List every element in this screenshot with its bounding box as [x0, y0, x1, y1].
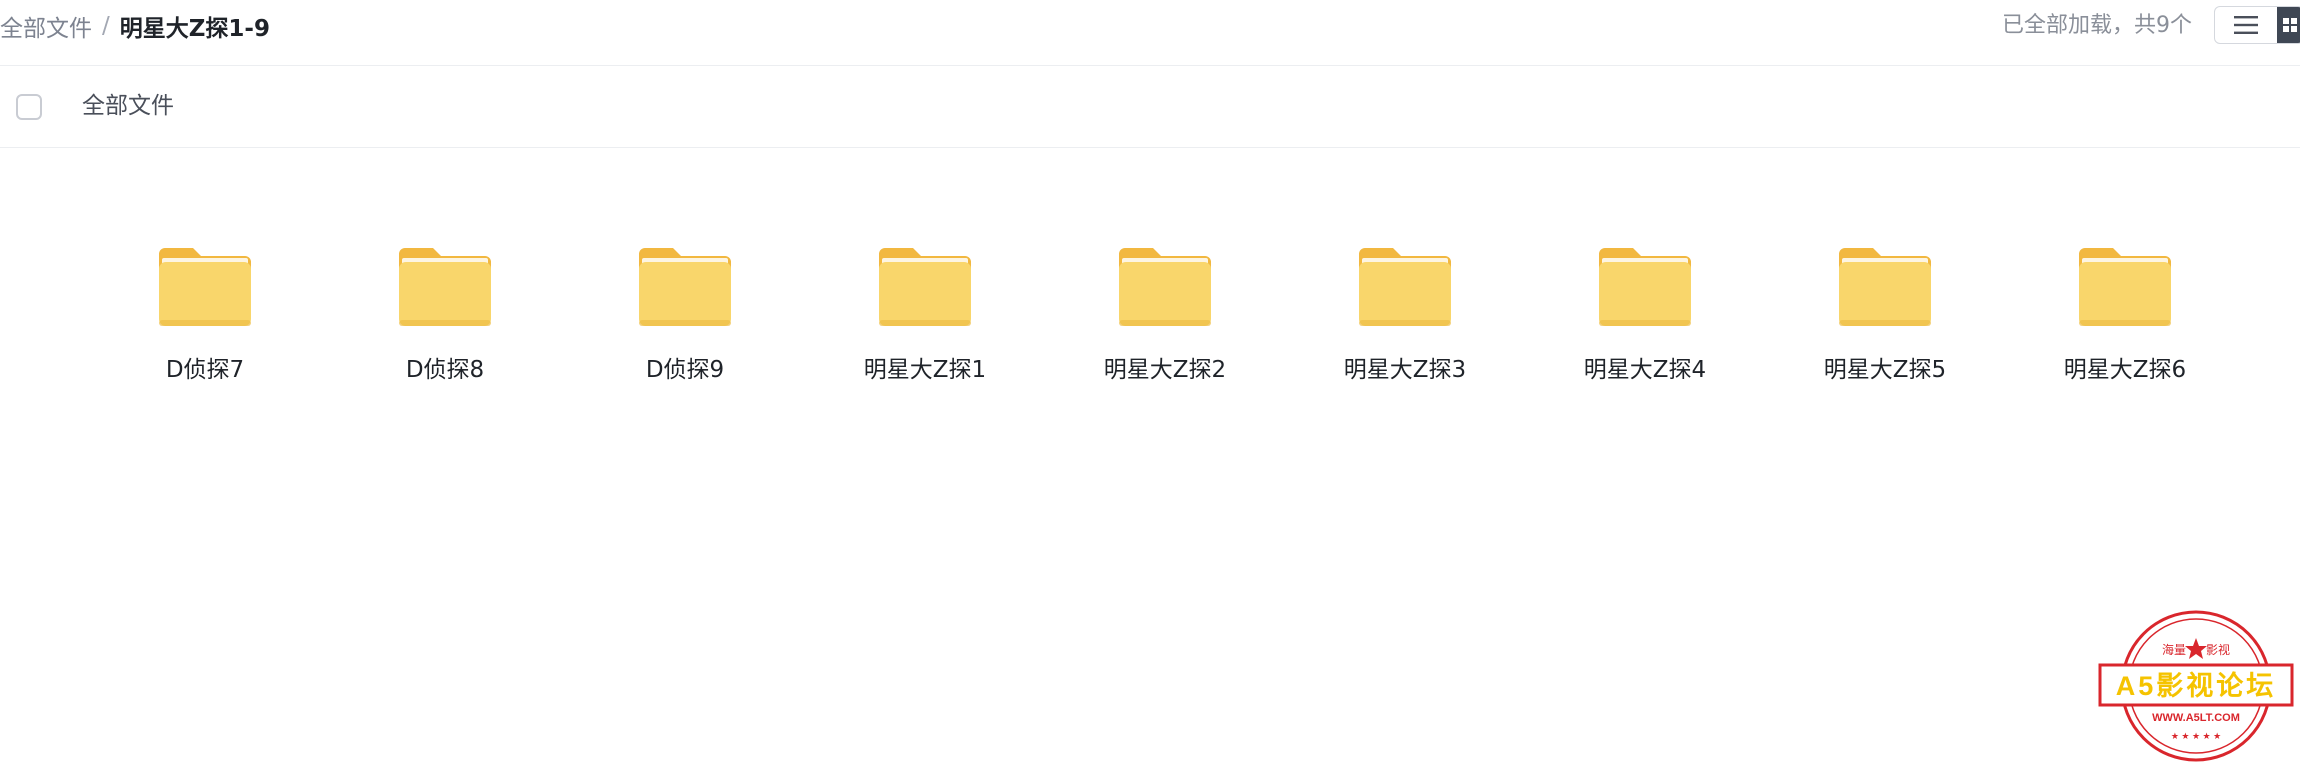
grid-view-button[interactable]: [2277, 7, 2300, 43]
folder-name: 明星大Z探2: [1103, 357, 1227, 383]
folder-tile[interactable]: 明星大Z探4: [1525, 228, 1765, 398]
list-header-row: 全部文件: [0, 66, 2300, 148]
folder-grid: D侦探7 D侦探8 D侦探9 明星大Z探1 明星大Z探2 明星大Z探3 明星大Z…: [85, 228, 2245, 398]
view-mode-toggle: [2214, 6, 2300, 44]
folder-name: 明星大Z探5: [1823, 357, 1947, 383]
breadcrumb-root-link[interactable]: 全部文件: [0, 9, 92, 43]
watermark-seal: 海量 影视 A5影视论坛 WWW.A5LT.COM ★ ★ ★ ★ ★: [2098, 610, 2294, 762]
folder-tile[interactable]: D侦探7: [85, 228, 325, 398]
breadcrumb-current-folder: 明星大Z探1-9: [119, 16, 270, 42]
watermark-top-left: 海量: [2162, 642, 2186, 657]
folder-icon: [2079, 248, 2171, 326]
list-icon: [2234, 16, 2258, 34]
folder-name: D侦探9: [645, 357, 725, 383]
folder-tile[interactable]: 明星大Z探3: [1285, 228, 1525, 398]
list-view-button[interactable]: [2215, 7, 2277, 43]
folder-name: D侦探8: [405, 357, 485, 383]
top-bar: 全部文件 / 明星大Z探1-9 已全部加载，共9个: [0, 0, 2300, 66]
folder-name: 明星大Z探6: [2063, 357, 2187, 383]
folder-icon: [159, 248, 251, 326]
folder-tile[interactable]: 明星大Z探6: [2005, 228, 2245, 398]
select-all-checkbox[interactable]: [16, 94, 42, 120]
folder-icon: [1599, 248, 1691, 326]
watermark-top-right: 影视: [2206, 642, 2230, 657]
folder-tile[interactable]: 明星大Z探5: [1765, 228, 2005, 398]
load-status-text: 已全部加载，共9个: [2002, 13, 2192, 38]
folder-tile[interactable]: 明星大Z探2: [1045, 228, 1285, 398]
breadcrumb-separator: /: [102, 13, 110, 39]
folder-icon: [399, 248, 491, 326]
breadcrumb: 全部文件 / 明星大Z探1-9: [0, 10, 270, 42]
folder-tile[interactable]: D侦探8: [325, 228, 565, 398]
file-browser-page: 全部文件 / 明星大Z探1-9 已全部加载，共9个 全部文件 D侦探7 D侦探8…: [0, 0, 2300, 770]
folder-tile[interactable]: 明星大Z探1: [805, 228, 1045, 398]
folder-icon: [1359, 248, 1451, 326]
folder-icon: [1839, 248, 1931, 326]
watermark-dots: ★ ★ ★ ★ ★: [2171, 731, 2221, 741]
watermark-url: WWW.A5LT.COM: [2152, 712, 2240, 724]
folder-icon: [1119, 248, 1211, 326]
folder-icon: [879, 248, 971, 326]
folder-icon: [639, 248, 731, 326]
folder-name: 明星大Z探4: [1583, 357, 1707, 383]
grid-icon: [2283, 18, 2297, 32]
folder-name: 明星大Z探1: [863, 357, 987, 383]
star-icon: [2185, 638, 2207, 659]
watermark-title: A5影视论坛: [2116, 671, 2277, 701]
folder-tile[interactable]: D侦探9: [565, 228, 805, 398]
folder-name: D侦探7: [165, 357, 245, 383]
folder-name: 明星大Z探3: [1343, 357, 1467, 383]
header-label: 全部文件: [82, 93, 174, 119]
